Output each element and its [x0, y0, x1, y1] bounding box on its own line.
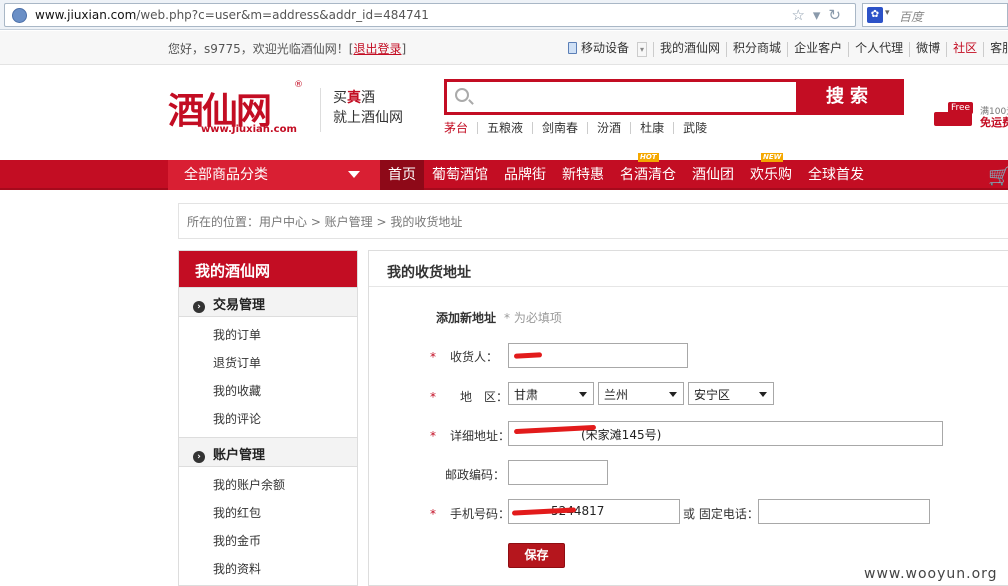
receiver-label: * 收货人： — [430, 350, 499, 364]
site-search-input[interactable]: 搜索 — [444, 79, 904, 115]
search-button[interactable]: 搜索 — [796, 79, 904, 115]
breadcrumb: 所在的位置：用户中心 > 账户管理 > 我的收货地址 — [178, 203, 1008, 239]
enterprise-link[interactable]: 企业客户 — [787, 42, 848, 57]
points-mall-link[interactable]: 积分商城 — [726, 42, 787, 57]
nav-item-global[interactable]: 全球首发 — [800, 160, 872, 190]
site-logo[interactable]: 酒仙网 ® www.Jiuxian.com — [168, 80, 308, 138]
chevron-right-icon: › — [193, 301, 205, 313]
search-placeholder: 百度 — [899, 10, 924, 24]
weibo-link[interactable]: 微博 — [909, 42, 946, 57]
hot-badge: HOT — [638, 153, 659, 162]
my-jiuxian-link[interactable]: 我的酒仙网 — [653, 42, 726, 57]
sidebar-item-profile[interactable]: 我的资料 — [179, 555, 357, 583]
nav-item-group[interactable]: 酒仙团 — [684, 160, 742, 190]
browser-toolbar: www.jiuxian.com/web.php?c=user&m=address… — [0, 0, 1008, 30]
postcode-label: 邮政编码： — [445, 468, 506, 482]
search-icon — [455, 88, 469, 102]
phone-icon — [568, 42, 577, 54]
community-link[interactable]: 社区 — [946, 42, 983, 57]
hot-word-link[interactable]: 五粮液 — [477, 122, 532, 134]
sidebar-item-reviews[interactable]: 我的评论 — [179, 405, 357, 433]
hot-word-link[interactable]: 杜康 — [630, 122, 673, 134]
baidu-paw-icon: ✿ — [867, 7, 883, 23]
top-links: 移动设备▾ 我的酒仙网 积分商城 企业客户 个人代理 微博 社区 客服 — [566, 42, 1008, 57]
sidebar-item-coins[interactable]: 我的金币 — [179, 527, 357, 555]
bookmark-star-icon[interactable]: ☆▾↻ — [791, 6, 849, 24]
phone-label: 或 固定电话： — [683, 507, 759, 521]
nav-item-home[interactable]: 首页 — [380, 160, 424, 190]
region-label: * 地 区： — [430, 390, 509, 404]
service-link[interactable]: 客服 — [983, 42, 1008, 57]
address-label: * 详细地址： — [430, 429, 511, 443]
hot-word-link[interactable]: 茅台 — [444, 122, 477, 134]
hot-search-words: 茅台 五粮液 剑南春 汾酒 杜康 武陵 — [444, 122, 716, 134]
postcode-field[interactable] — [508, 460, 608, 485]
sidebar-title: 我的酒仙网 — [179, 251, 357, 287]
chevron-down-icon — [348, 171, 360, 178]
sidebar-group-account[interactable]: › 账户管理 — [179, 437, 357, 467]
chevron-down-icon: ▾ — [637, 42, 648, 57]
agent-link[interactable]: 个人代理 — [848, 42, 909, 57]
nav-items: 首页 葡萄酒馆 品牌街 新特惠 HOT 名酒清仓 酒仙团 NEW 欢乐购 全球首发 — [380, 153, 872, 190]
logout-link[interactable]: 退出登录 — [353, 42, 401, 56]
truck-icon — [934, 112, 972, 126]
nav-item-wine[interactable]: 葡萄酒馆 — [424, 160, 496, 190]
mobile-label: * 手机号码： — [430, 507, 511, 521]
free-shipping-label: 免运费 — [980, 116, 1008, 129]
phone-field[interactable] — [758, 499, 930, 524]
main-nav: 全部商品分类 首页 葡萄酒馆 品牌街 新特惠 HOT 名酒清仓 酒仙团 NEW 欢乐… — [0, 153, 1008, 190]
nav-item-deals[interactable]: 新特惠 — [554, 160, 612, 190]
url-text: www.jiuxian.com/web.php?c=user&m=address… — [35, 8, 429, 22]
all-categories-button[interactable]: 全部商品分类 — [168, 160, 380, 190]
nav-item-clearance[interactable]: HOT 名酒清仓 — [612, 153, 684, 190]
mobile-device-link[interactable]: 移动设备 ▾ — [566, 42, 653, 57]
chevron-down-icon[interactable]: ▾ — [885, 8, 890, 18]
free-shipping-badge: Free — [934, 102, 974, 126]
sidebar-group-trade[interactable]: › 交易管理 — [179, 287, 357, 317]
province-select[interactable]: 甘肃 — [508, 382, 594, 405]
hot-word-link[interactable]: 剑南春 — [532, 122, 587, 134]
account-sidebar: 我的酒仙网 › 交易管理 我的订单 退货订单 我的收藏 我的评论 › 账户管理 我的… — [178, 250, 358, 586]
address-bar[interactable]: www.jiuxian.com/web.php?c=user&m=address… — [4, 3, 856, 27]
nav-item-brand[interactable]: 品牌街 — [496, 160, 554, 190]
save-button[interactable]: 保存 — [508, 543, 565, 568]
new-badge: NEW — [761, 153, 784, 162]
browser-search-box[interactable]: ✿ ▾ 百度 — [862, 3, 1008, 27]
sidebar-item-redpacket[interactable]: 我的红包 — [179, 499, 357, 527]
city-select[interactable]: 兰州 — [598, 382, 684, 405]
hot-word-link[interactable]: 武陵 — [673, 122, 716, 134]
hot-word-link[interactable]: 汾酒 — [587, 122, 630, 134]
address-field[interactable]: (宋家滩145号) — [508, 421, 943, 446]
slogan: 买真酒 就上酒仙网 — [320, 88, 403, 132]
nav-item-happy[interactable]: NEW 欢乐购 — [742, 153, 800, 190]
add-address-heading: 添加新地址 * 为必填项 — [436, 311, 562, 325]
watermark: www.wooyun.org — [864, 566, 998, 582]
page-title: 我的收货地址 — [369, 251, 1008, 287]
globe-icon — [12, 8, 27, 23]
sidebar-item-returns[interactable]: 退货订单 — [179, 349, 357, 377]
sidebar-item-orders[interactable]: 我的订单 — [179, 321, 357, 349]
cart-icon[interactable]: 🛒 — [988, 166, 1008, 187]
address-panel: 我的收货地址 — [368, 250, 1008, 586]
chevron-right-icon: › — [193, 451, 205, 463]
welcome-text: 您好，s9775，欢迎光临酒仙网！[退出登录] — [168, 42, 407, 56]
top-user-bar: 您好，s9775，欢迎光临酒仙网！[退出登录] 移动设备 ▾ 我的酒仙网 积分商城… — [0, 31, 1008, 65]
district-select[interactable]: 安宁区 — [688, 382, 774, 405]
sidebar-item-favorites[interactable]: 我的收藏 — [179, 377, 357, 405]
sidebar-item-balance[interactable]: 我的账户余额 — [179, 471, 357, 499]
